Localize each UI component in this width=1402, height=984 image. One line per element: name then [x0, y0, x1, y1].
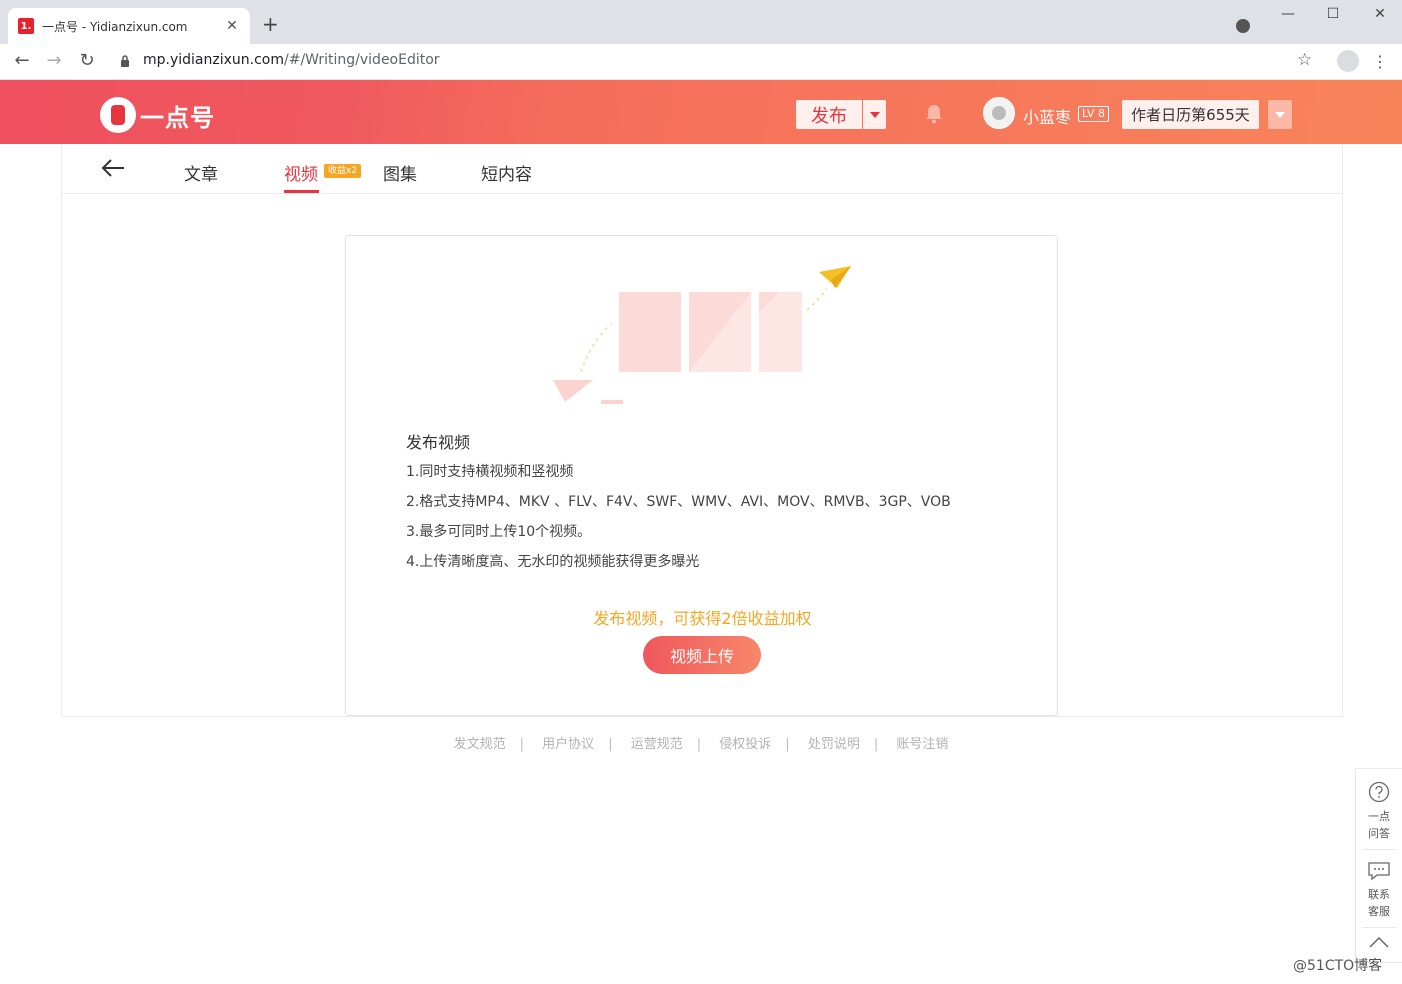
footer-links: 发文规范 | 用户协议 | 运营规范 | 侵权投诉 | 处罚说明 | 账号注销: [453, 737, 949, 752]
revenue-badge: 收益x2: [324, 164, 362, 178]
video-upload-card: 发布视频 1.同时支持横视频和竖视频 2.格式支持MP4、MKV 、FLV、F4…: [345, 235, 1058, 716]
account-icon[interactable]: [1337, 50, 1359, 72]
upload-illustration-icon: [553, 266, 851, 404]
question-icon: [1368, 781, 1390, 803]
logo-robot-icon: [100, 97, 136, 133]
site-header: 一点号 发布 小蓝枣 LV 8 作者日历第655天: [0, 80, 1402, 144]
active-tab-indicator: [284, 190, 319, 193]
footer-link-infringement[interactable]: 侵权投诉: [719, 737, 771, 752]
tab-video[interactable]: 视频: [284, 160, 318, 185]
footer-link-user-agreement[interactable]: 用户协议: [542, 737, 594, 752]
url-path: /#/Writing/videoEditor: [284, 52, 440, 68]
footer-link-operation-rules[interactable]: 运营规范: [631, 737, 683, 752]
qa-label-1: 一点: [1368, 810, 1390, 823]
avatar[interactable]: [983, 97, 1015, 129]
favicon-icon: 1.: [18, 18, 34, 34]
bell-icon[interactable]: [925, 104, 943, 124]
back-arrow-icon[interactable]: [100, 157, 126, 179]
author-calendar-button[interactable]: 作者日历第655天: [1122, 100, 1259, 129]
footer-link-publishing-rules[interactable]: 发文规范: [454, 737, 506, 752]
browser-profile-icon[interactable]: [1236, 19, 1250, 33]
revenue-promo-text: 发布视频，可获得2倍收益加权: [593, 609, 812, 628]
footer-link-penalty[interactable]: 处罚说明: [808, 737, 860, 752]
watermark-text: @51CTO博客: [1293, 958, 1383, 974]
lock-icon: [121, 55, 129, 67]
url-field[interactable]: mp.yidianzixun.com/#/Writing/videoEditor: [143, 52, 440, 68]
reload-icon[interactable]: ↻: [75, 50, 99, 72]
username[interactable]: 小蓝枣: [1023, 104, 1071, 128]
floating-sidebar: 一点 问答 联系 客服: [1355, 768, 1402, 963]
info-line: 4.上传清晰度高、无水印的视频能获得更多曝光: [406, 554, 700, 570]
tab-title: 一点号 - Yidianzixun.com: [42, 19, 188, 34]
video-upload-button[interactable]: 视频上传: [643, 636, 761, 674]
chat-icon: [1368, 862, 1390, 881]
back-to-top-button[interactable]: [1356, 935, 1402, 954]
footer-link-account-cancel[interactable]: 账号注销: [896, 737, 948, 752]
forward-icon[interactable]: →: [42, 50, 66, 72]
divider: [1362, 849, 1396, 850]
logo-text: 一点号: [140, 103, 215, 132]
info-line: 3.最多可同时上传10个视频。: [406, 524, 592, 540]
url-host: mp.yidianzixun.com: [143, 52, 284, 68]
info-line: 2.格式支持MP4、MKV 、FLV、F4V、SWF、WMV、AVI、MOV、R…: [406, 494, 951, 510]
account-dropdown-icon[interactable]: [1268, 100, 1292, 129]
browser-tabbar: 1. 一点号 - Yidianzixun.com ✕ + — ☐ ✕: [0, 0, 1402, 44]
browser-menu-icon[interactable]: ⋮: [1372, 52, 1388, 71]
address-bar: ← → ↻ mp.yidianzixun.com/#/Writing/video…: [0, 44, 1402, 80]
qa-label-2: 问答: [1368, 827, 1390, 840]
maximize-icon[interactable]: ☐: [1323, 6, 1343, 22]
info-line: 1.同时支持横视频和竖视频: [406, 464, 574, 480]
upload-title: 发布视频: [406, 433, 471, 452]
new-tab-icon[interactable]: +: [262, 14, 279, 34]
tab-article[interactable]: 文章: [184, 160, 218, 185]
bookmark-star-icon[interactable]: ☆: [1297, 50, 1312, 70]
tab-gallery[interactable]: 图集: [383, 160, 417, 185]
divider: [1362, 927, 1396, 928]
qa-button[interactable]: 一点 问答: [1356, 781, 1402, 842]
customer-service-button[interactable]: 联系 客服: [1356, 861, 1402, 920]
chevron-up-icon: [1369, 936, 1389, 948]
editor-panel: 文章 视频 收益x2 图集 短内容 发布视频 1.同时支持横视频和竖视频 2.格…: [61, 144, 1343, 717]
back-icon[interactable]: ←: [10, 50, 34, 72]
browser-tab[interactable]: 1. 一点号 - Yidianzixun.com ✕: [8, 8, 250, 44]
service-label-1: 联系: [1368, 888, 1390, 901]
site-logo[interactable]: 一点号: [100, 97, 215, 133]
minimize-icon[interactable]: —: [1278, 6, 1298, 22]
publish-button[interactable]: 发布: [796, 100, 862, 129]
close-window-icon[interactable]: ✕: [1370, 6, 1390, 22]
publish-dropdown-icon[interactable]: [863, 100, 886, 129]
close-tab-icon[interactable]: ✕: [224, 18, 240, 34]
content-type-tabs: 文章 视频 收益x2 图集 短内容: [62, 144, 1342, 194]
tab-short-content[interactable]: 短内容: [481, 160, 532, 185]
level-badge: LV 8: [1078, 106, 1109, 122]
service-label-2: 客服: [1368, 905, 1390, 918]
